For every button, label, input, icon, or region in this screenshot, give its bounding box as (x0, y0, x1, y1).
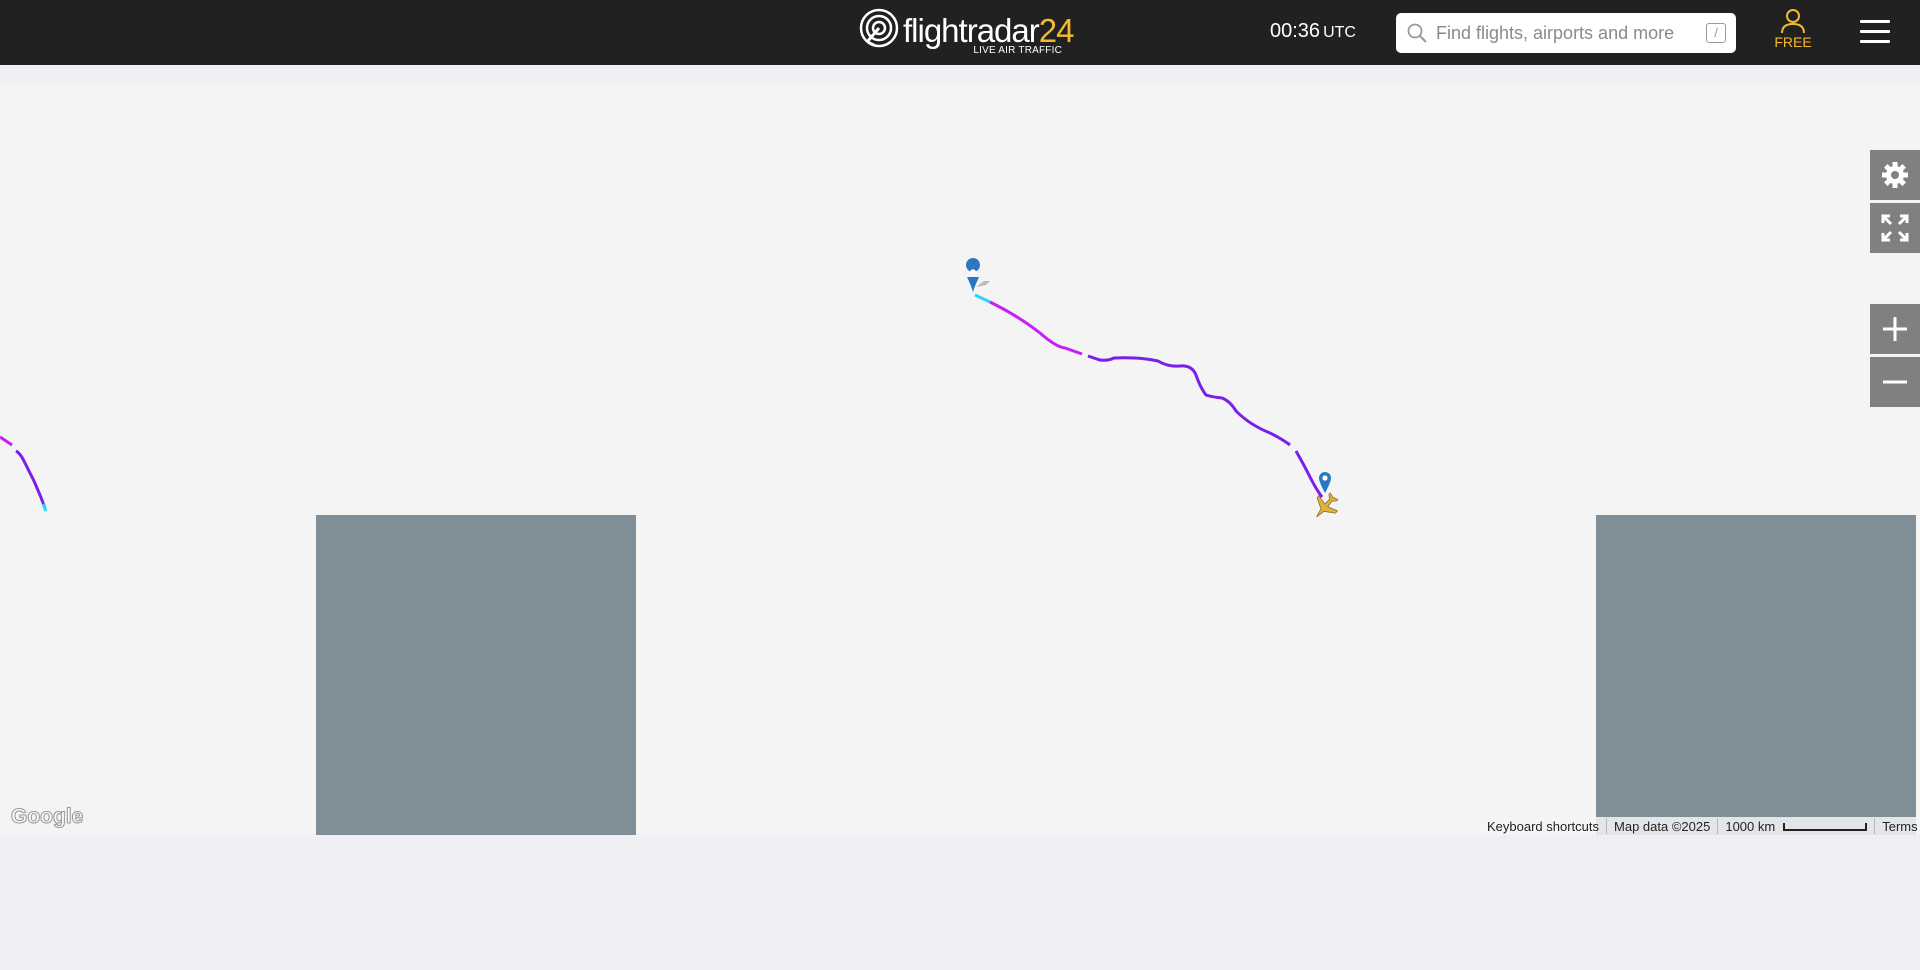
logo-text: flightradar (903, 12, 1040, 49)
destination-location-pin-icon[interactable] (1319, 472, 1331, 493)
logo-wordmark: flightradar24 (903, 12, 1075, 49)
map-attribution-bar: Keyboard shortcuts Map data ©2025 1000 k… (1480, 817, 1920, 835)
flight-tracks-layer (0, 258, 1343, 525)
top-bar: flightradar24 LIVE AIR TRAFFIC 00:36 UTC … (0, 0, 1920, 65)
map-scale[interactable]: 1000 km (1718, 818, 1876, 834)
utc-clock: 00:36 UTC (1270, 20, 1356, 43)
google-logo-text: Google (11, 805, 83, 828)
search-input[interactable] (1436, 13, 1696, 53)
user-account-button[interactable]: FREE (1770, 8, 1816, 58)
plus-icon (1883, 317, 1907, 341)
logo-subtitle: LIVE AIR TRAFFIC (973, 45, 1062, 56)
map-scale-label: 1000 km (1725, 818, 1776, 834)
map-canvas[interactable]: Google Keyboard shortcuts Map data ©2025… (0, 85, 1920, 835)
zoom-out-button[interactable] (1870, 357, 1920, 407)
gear-icon (1882, 162, 1908, 188)
clock-timezone: UTC (1323, 24, 1356, 41)
fullscreen-button[interactable] (1870, 203, 1920, 253)
aircraft-icon[interactable] (1307, 489, 1343, 525)
map-settings-button[interactable] (1870, 150, 1920, 200)
logo-number: 24 (1038, 12, 1075, 49)
expand-icon (1881, 214, 1909, 242)
keyboard-shortcuts-link[interactable]: Keyboard shortcuts (1480, 818, 1608, 834)
search-icon (1407, 23, 1427, 43)
flight-track-main[interactable] (974, 293, 1324, 498)
menu-icon-line (1860, 40, 1890, 43)
clock-time: 00:36 (1270, 20, 1321, 42)
menu-icon-line (1860, 20, 1890, 23)
zoom-in-button[interactable] (1870, 304, 1920, 354)
hamburger-menu-button[interactable] (1860, 20, 1890, 44)
scale-bar (1783, 823, 1868, 831)
user-plan-label: FREE (1774, 34, 1812, 50)
google-logo[interactable]: Google (10, 803, 86, 829)
search-box[interactable]: / (1396, 13, 1736, 53)
flightradar24-logo[interactable]: flightradar24 LIVE AIR TRAFFIC (859, 8, 1074, 58)
minus-icon (1883, 380, 1907, 384)
user-icon (1781, 9, 1805, 34)
origin-location-pin-icon[interactable] (966, 258, 990, 293)
flight-track-left[interactable] (0, 435, 48, 512)
radar-logo-icon (859, 8, 899, 48)
menu-icon-line (1860, 30, 1890, 33)
map-data-credit: Map data ©2025 (1607, 818, 1719, 834)
search-shortcut-key: / (1706, 23, 1726, 43)
terms-link[interactable]: Terms (1875, 818, 1920, 834)
